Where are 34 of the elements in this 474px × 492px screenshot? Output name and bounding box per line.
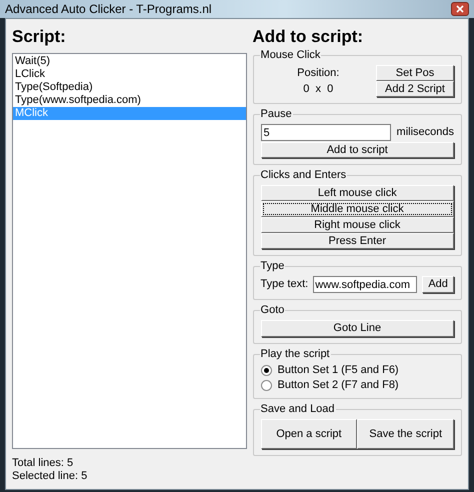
push-button[interactable]: Press Enter (260, 233, 454, 249)
position-label: Position: (297, 66, 340, 81)
close-button[interactable] (451, 2, 469, 16)
script-line[interactable]: Wait(5) (13, 55, 246, 68)
push-button[interactable]: Save the script (357, 419, 454, 449)
script-line[interactable]: Type(www.softpedia.com) (13, 94, 246, 107)
type-field[interactable]: www.softpedia.com (313, 276, 418, 293)
script-line[interactable]: LClick (13, 68, 246, 81)
push-button[interactable]: Right mouse click (260, 217, 454, 233)
push-button[interactable]: Open a script (260, 419, 358, 449)
push-button[interactable]: Goto Line (260, 320, 454, 337)
group-title: Type (260, 259, 286, 273)
push-button[interactable]: Left mouse click (260, 185, 454, 201)
script-heading: Script: (12, 27, 67, 47)
type-label: Type text: (260, 277, 308, 292)
close-icon (456, 5, 464, 13)
push-button[interactable]: Middle mouse click (260, 201, 454, 217)
pause-field[interactable]: 5 (260, 124, 391, 141)
script-line[interactable]: Type(Softpedia) (13, 81, 246, 94)
radio-button[interactable] (260, 380, 272, 391)
group-title: Play the script (260, 347, 331, 361)
push-button[interactable]: Add 2 Script (376, 81, 454, 97)
push-button[interactable]: Add (422, 276, 454, 293)
radio-option[interactable]: Button Set 1 (F5 and F6) (260, 364, 454, 377)
total-lines: Total lines: 5 (12, 457, 74, 470)
add-heading: Add to script: (252, 27, 364, 47)
push-button[interactable]: Set Pos (376, 65, 454, 81)
unit-label: miliseconds (396, 125, 454, 140)
radio-option[interactable]: Button Set 2 (F7 and F8) (260, 379, 454, 392)
push-button[interactable]: Add to script (260, 142, 454, 158)
position-value: 0 x 0 (303, 82, 334, 97)
selected-line: Selected line: 5 (12, 470, 88, 483)
radio-button[interactable] (260, 365, 272, 376)
window-title: Advanced Auto Clicker - T-Programs.nl (5, 1, 212, 18)
